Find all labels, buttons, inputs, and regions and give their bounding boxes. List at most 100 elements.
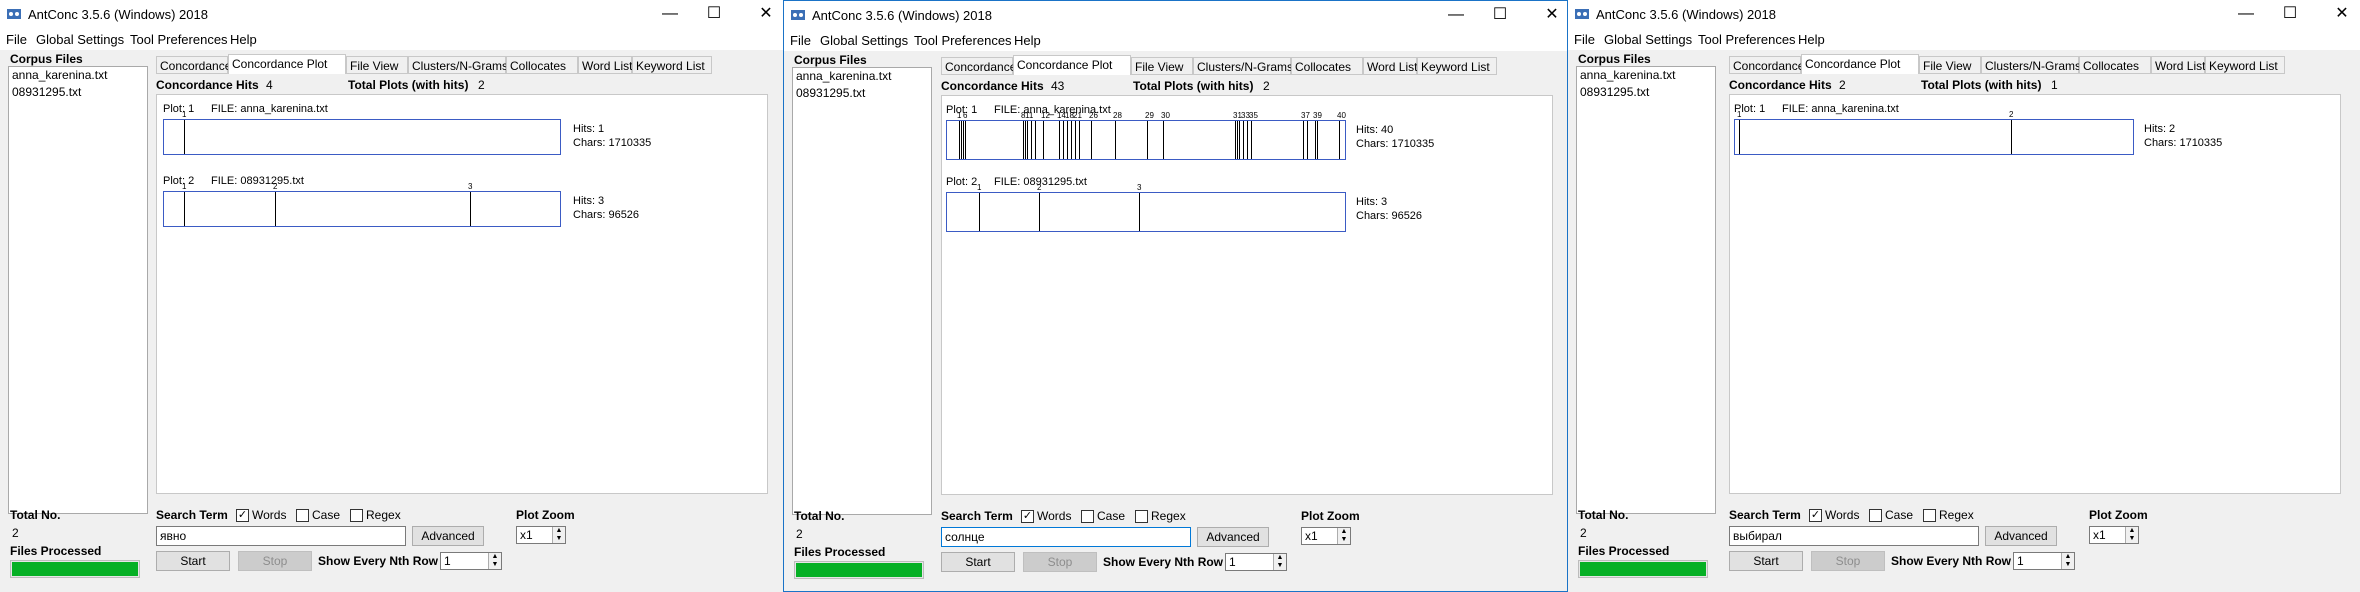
- close-icon[interactable]: ✕: [1542, 5, 1562, 25]
- corpus-files-list[interactable]: anna_karenina.txt 08931295.txt: [792, 67, 932, 515]
- spinner-arrows-icon[interactable]: ▲ ▼: [2061, 553, 2074, 569]
- corpus-files-list[interactable]: anna_karenina.txt 08931295.txt: [1576, 66, 1716, 514]
- menu-item-help[interactable]: Help: [1798, 32, 1825, 47]
- tab-file-view[interactable]: File View: [346, 56, 408, 74]
- close-icon[interactable]: ✕: [756, 4, 776, 24]
- plot-bar[interactable]: 1 6 8 11 12 14 18 21 26 28 29 30 31 33 35 37 39 40: [946, 111, 1346, 160]
- start-button[interactable]: Start: [1729, 551, 1803, 571]
- corpus-files-label: Corpus Files: [794, 53, 867, 67]
- plot-pane[interactable]: Plot: 1 FILE: anna_karenina.txt 1 Hits: 1 Ch…: [156, 94, 768, 494]
- menu-item-tool-preferences[interactable]: Tool Preferences: [130, 32, 228, 47]
- plot-zoom-stepper[interactable]: x1 ▲ ▼: [1301, 527, 1351, 545]
- tab-concordance-plot[interactable]: Concordance Plot: [1801, 54, 1919, 74]
- case-checkbox[interactable]: [1869, 509, 1882, 522]
- minimize-icon[interactable]: —: [2236, 4, 2256, 24]
- corpus-file-item[interactable]: 08931295.txt: [1577, 84, 1715, 101]
- plot-pane[interactable]: Plot: 1 FILE: anna_karenina.txt 1 6 8 11 12 14 1…: [941, 95, 1553, 495]
- menu-item-file[interactable]: File: [1574, 32, 1595, 47]
- plot-zoom-stepper[interactable]: x1 ▲ ▼: [516, 526, 566, 544]
- plot-pane[interactable]: Plot: 1 FILE: anna_karenina.txt 1 2 Hits: 2C…: [1729, 94, 2341, 494]
- menu-item-global-settings[interactable]: Global Settings: [820, 33, 908, 48]
- tool-tabs: Concordance Concordance Plot File View Clus…: [941, 55, 1561, 75]
- regex-checkbox[interactable]: [1135, 510, 1148, 523]
- tab-clusters-n-grams[interactable]: Clusters/N-Grams: [1193, 57, 1293, 75]
- hit-number: 37: [1301, 111, 1310, 120]
- menu-item-global-settings[interactable]: Global Settings: [1604, 32, 1692, 47]
- menu-item-global-settings[interactable]: Global Settings: [36, 32, 124, 47]
- title-bar[interactable]: AntConc 3.5.6 (Windows) 2018 — ☐ ✕: [784, 1, 1567, 29]
- start-button[interactable]: Start: [941, 552, 1015, 572]
- advanced-button[interactable]: Advanced: [1985, 526, 2057, 546]
- corpus-file-item[interactable]: 08931295.txt: [793, 85, 931, 102]
- tab-keyword-list[interactable]: Keyword List: [2205, 56, 2285, 74]
- files-processed-progress: [794, 561, 924, 579]
- menu-item-file[interactable]: File: [6, 32, 27, 47]
- title-bar[interactable]: AntConc 3.5.6 (Windows) 2018 — ☐ ✕: [0, 0, 783, 28]
- tab-word-list[interactable]: Word List: [578, 56, 632, 74]
- search-input[interactable]: явно: [156, 526, 406, 546]
- tab-concordance-plot[interactable]: Concordance Plot: [1013, 55, 1131, 75]
- stop-button[interactable]: Stop: [1811, 551, 1885, 571]
- tab-clusters-n-grams[interactable]: Clusters/N-Grams: [1981, 56, 2081, 74]
- spinner-arrows-icon[interactable]: ▲ ▼: [488, 553, 501, 569]
- tab-collocates[interactable]: Collocates: [1291, 57, 1363, 75]
- spinner-arrows-icon[interactable]: ▲ ▼: [2125, 527, 2138, 543]
- menu-item-tool-preferences[interactable]: Tool Preferences: [914, 33, 1012, 48]
- corpus-file-item[interactable]: anna_karenina.txt: [9, 67, 147, 84]
- nth-row-stepper[interactable]: 1 ▲ ▼: [1225, 553, 1287, 571]
- nth-row-stepper[interactable]: 1 ▲ ▼: [440, 552, 502, 570]
- words-checkbox[interactable]: ✓: [1021, 510, 1034, 523]
- close-icon[interactable]: ✕: [2332, 4, 2352, 24]
- tab-file-view[interactable]: File View: [1919, 56, 1981, 74]
- regex-checkbox[interactable]: [350, 509, 363, 522]
- tab-concordance[interactable]: Concordance: [156, 56, 231, 74]
- case-checkbox[interactable]: [1081, 510, 1094, 523]
- plot-zoom-stepper[interactable]: x1 ▲ ▼: [2089, 526, 2139, 544]
- corpus-file-item[interactable]: 08931295.txt: [9, 84, 147, 101]
- minimize-icon[interactable]: —: [1446, 5, 1466, 25]
- title-bar[interactable]: AntConc 3.5.6 (Windows) 2018 — ☐ ✕: [1568, 0, 2360, 28]
- tab-concordance[interactable]: Concordance: [941, 57, 1016, 75]
- menu-item-help[interactable]: Help: [1014, 33, 1041, 48]
- menu-item-file[interactable]: File: [790, 33, 811, 48]
- search-input[interactable]: солнце: [941, 527, 1191, 547]
- search-term-label: Search Term: [1729, 508, 1801, 522]
- tab-collocates[interactable]: Collocates: [2079, 56, 2151, 74]
- case-checkbox[interactable]: [296, 509, 309, 522]
- maximize-icon[interactable]: ☐: [704, 4, 724, 24]
- tab-collocates[interactable]: Collocates: [506, 56, 578, 74]
- nth-row-stepper[interactable]: 1 ▲ ▼: [2013, 552, 2075, 570]
- stop-button[interactable]: Stop: [1023, 552, 1097, 572]
- corpus-files-list[interactable]: anna_karenina.txt 08931295.txt: [8, 66, 148, 514]
- search-input[interactable]: выбирал: [1729, 526, 1979, 546]
- maximize-icon[interactable]: ☐: [1490, 5, 1510, 25]
- tab-file-view[interactable]: File View: [1131, 57, 1193, 75]
- start-button[interactable]: Start: [156, 551, 230, 571]
- words-checkbox[interactable]: ✓: [1809, 509, 1822, 522]
- advanced-button[interactable]: Advanced: [412, 526, 484, 546]
- menu-item-tool-preferences[interactable]: Tool Preferences: [1698, 32, 1796, 47]
- regex-checkbox[interactable]: [1923, 509, 1936, 522]
- plot-bar[interactable]: 1: [163, 110, 561, 155]
- advanced-button[interactable]: Advanced: [1197, 527, 1269, 547]
- menu-item-help[interactable]: Help: [230, 32, 257, 47]
- spinner-arrows-icon[interactable]: ▲ ▼: [1273, 554, 1286, 570]
- plot-bar[interactable]: 1 2 3: [163, 182, 561, 227]
- spinner-arrows-icon[interactable]: ▲ ▼: [1337, 528, 1350, 544]
- words-checkbox[interactable]: ✓: [236, 509, 249, 522]
- tab-keyword-list[interactable]: Keyword List: [1417, 57, 1497, 75]
- corpus-file-item[interactable]: anna_karenina.txt: [1577, 67, 1715, 84]
- tab-word-list[interactable]: Word List: [2151, 56, 2205, 74]
- tab-keyword-list[interactable]: Keyword List: [632, 56, 712, 74]
- tab-concordance[interactable]: Concordance: [1729, 56, 1804, 74]
- tab-clusters-n-grams[interactable]: Clusters/N-Grams: [408, 56, 508, 74]
- spinner-arrows-icon[interactable]: ▲ ▼: [552, 527, 565, 543]
- tab-word-list[interactable]: Word List: [1363, 57, 1417, 75]
- corpus-file-item[interactable]: anna_karenina.txt: [793, 68, 931, 85]
- plot-bar[interactable]: 1 2 3: [946, 183, 1346, 232]
- tab-concordance-plot[interactable]: Concordance Plot: [228, 54, 346, 74]
- maximize-icon[interactable]: ☐: [2280, 4, 2300, 24]
- minimize-icon[interactable]: —: [660, 4, 680, 24]
- plot-bar[interactable]: 12: [1734, 110, 2134, 155]
- stop-button[interactable]: Stop: [238, 551, 312, 571]
